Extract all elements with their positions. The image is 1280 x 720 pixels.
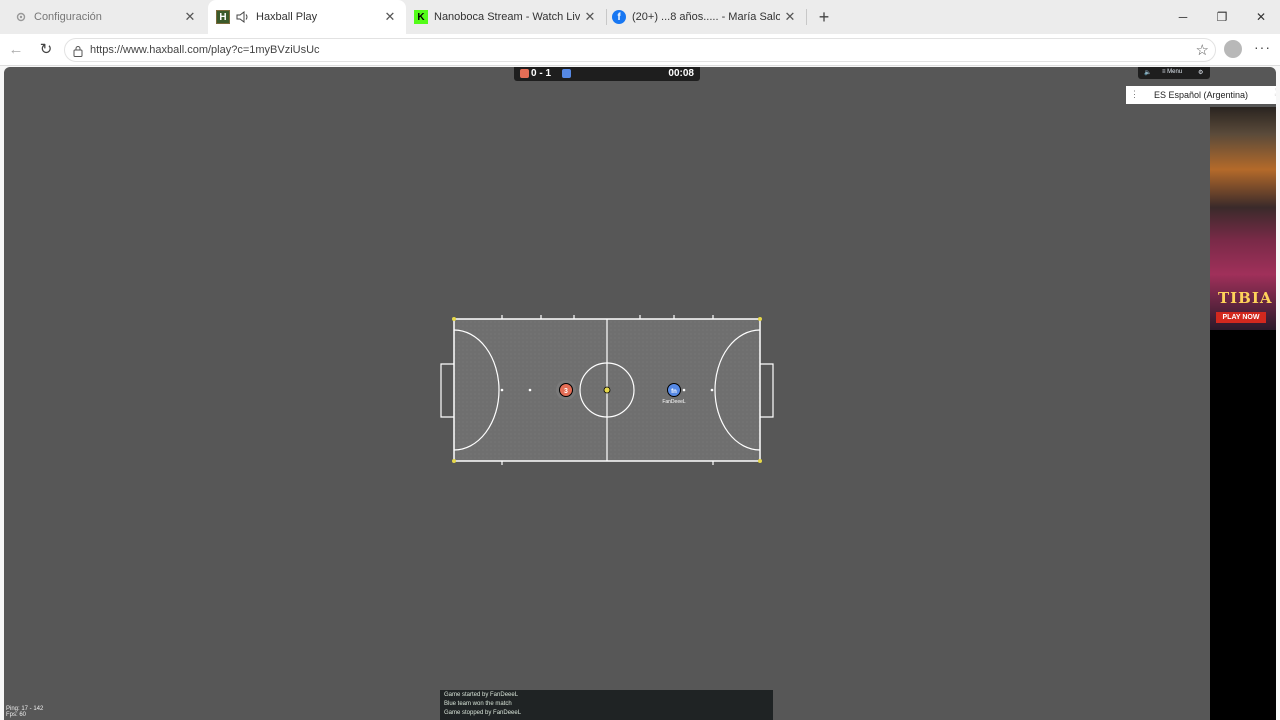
game-timer: 00:08 xyxy=(668,68,694,79)
tab-strip: Configuración ✕ H Haxball Play ✕ K Nanob… xyxy=(0,0,1280,34)
ball xyxy=(603,386,611,394)
network-stats: Ping: 17 - 142 Fps: 60 xyxy=(6,706,43,718)
tab-haxball[interactable]: H Haxball Play ✕ xyxy=(208,0,406,34)
browser-toolbar: ← ↻ https://www.haxball.com/play?c=1myBV… xyxy=(0,34,1280,66)
kick-icon: K xyxy=(414,10,428,24)
blue-player-name: FanDeeeL xyxy=(662,399,686,405)
tab-title: (20+) ...8 años..... - María Salomé S xyxy=(632,11,780,23)
profile-avatar[interactable] xyxy=(1224,40,1242,58)
score-text: 0 - 1 xyxy=(531,68,552,79)
browser-window: Configuración ✕ H Haxball Play ✕ K Nanob… xyxy=(0,0,1280,720)
maximize-button[interactable]: ❐ xyxy=(1203,0,1241,34)
facebook-icon: f xyxy=(612,10,626,24)
tab-facebook[interactable]: f (20+) ...8 años..... - María Salomé S … xyxy=(606,0,806,34)
tab-title: Nanoboca Stream - Watch Live on xyxy=(434,11,580,23)
game-controls: 🔈 ≡ Menu ⚙ xyxy=(1138,67,1210,79)
ad-column: TIBIA PLAY NOW xyxy=(1210,107,1276,720)
lock-icon[interactable] xyxy=(73,44,83,57)
chat-message: Game stopped by FanDeeeL xyxy=(444,710,522,716)
back-button[interactable]: ← xyxy=(4,39,28,61)
language-label: ES Español (Argentina) xyxy=(1154,90,1249,100)
address-bar[interactable]: https://www.haxball.com/play?c=1myBVziUs… xyxy=(64,38,1216,62)
game-field[interactable]: 3 fn FanDeeeL xyxy=(434,313,784,465)
red-player: 3 xyxy=(556,380,576,400)
close-tab-icon[interactable]: ✕ xyxy=(780,9,800,25)
speaker-icon[interactable] xyxy=(236,10,250,24)
reload-button[interactable]: ↻ xyxy=(34,39,58,61)
close-tab-icon[interactable]: ✕ xyxy=(180,9,200,25)
blue-team-square xyxy=(562,69,571,78)
new-tab-button[interactable]: + xyxy=(813,6,835,28)
scoreboard: 0 - 1 00:08 xyxy=(514,67,700,81)
tibia-ad-banner[interactable]: TIBIA PLAY NOW xyxy=(1210,107,1276,330)
more-menu-icon[interactable]: ··· xyxy=(1254,39,1271,55)
red-team-square xyxy=(520,69,529,78)
haxball-icon: H xyxy=(216,10,230,24)
chat-message: Game started by FanDeeeL xyxy=(444,692,519,698)
ad-brand: TIBIA xyxy=(1218,289,1273,307)
fps-text: Fps: 60 xyxy=(6,712,27,718)
blue-player-number: fn xyxy=(671,389,677,395)
language-selector[interactable]: ⋮ ES Español (Argentina) ⛶ xyxy=(1126,86,1276,104)
gear-icon xyxy=(14,10,28,24)
chat-message: Blue team won the match xyxy=(444,701,512,707)
ad-play-now-button[interactable]: PLAY NOW xyxy=(1216,312,1266,323)
page-viewport: 0 - 1 00:08 🔈 ≡ Menu ⚙ ⋮ ES Español (Arg… xyxy=(4,67,1276,720)
settings-icon[interactable]: ⚙ xyxy=(1198,69,1203,76)
tab-separator xyxy=(806,9,807,25)
url-text: https://www.haxball.com/play?c=1myBVziUs… xyxy=(90,44,320,56)
tab-title: Haxball Play xyxy=(256,11,318,23)
tab-nanoboca[interactable]: K Nanoboca Stream - Watch Live on ✕ xyxy=(406,0,606,34)
menu-button[interactable]: ≡ Menu xyxy=(1162,69,1182,75)
expand-icon[interactable]: ⛶ xyxy=(1275,88,1276,99)
close-window-button[interactable]: ✕ xyxy=(1242,0,1280,34)
red-player-number: 3 xyxy=(564,388,568,395)
sound-icon[interactable]: 🔈 xyxy=(1144,69,1151,76)
tab-configuracion[interactable]: Configuración ✕ xyxy=(0,0,206,34)
minimize-button[interactable]: ─ xyxy=(1164,0,1202,34)
bookmark-star-icon[interactable]: ☆ xyxy=(1196,41,1209,59)
drag-handle-icon[interactable]: ⋮ xyxy=(1130,89,1139,100)
tab-title: Configuración xyxy=(34,11,102,23)
close-tab-icon[interactable]: ✕ xyxy=(380,9,400,25)
close-tab-icon[interactable]: ✕ xyxy=(580,9,600,25)
chat-log[interactable]: Game started by FanDeeeL Blue team won t… xyxy=(440,690,773,720)
